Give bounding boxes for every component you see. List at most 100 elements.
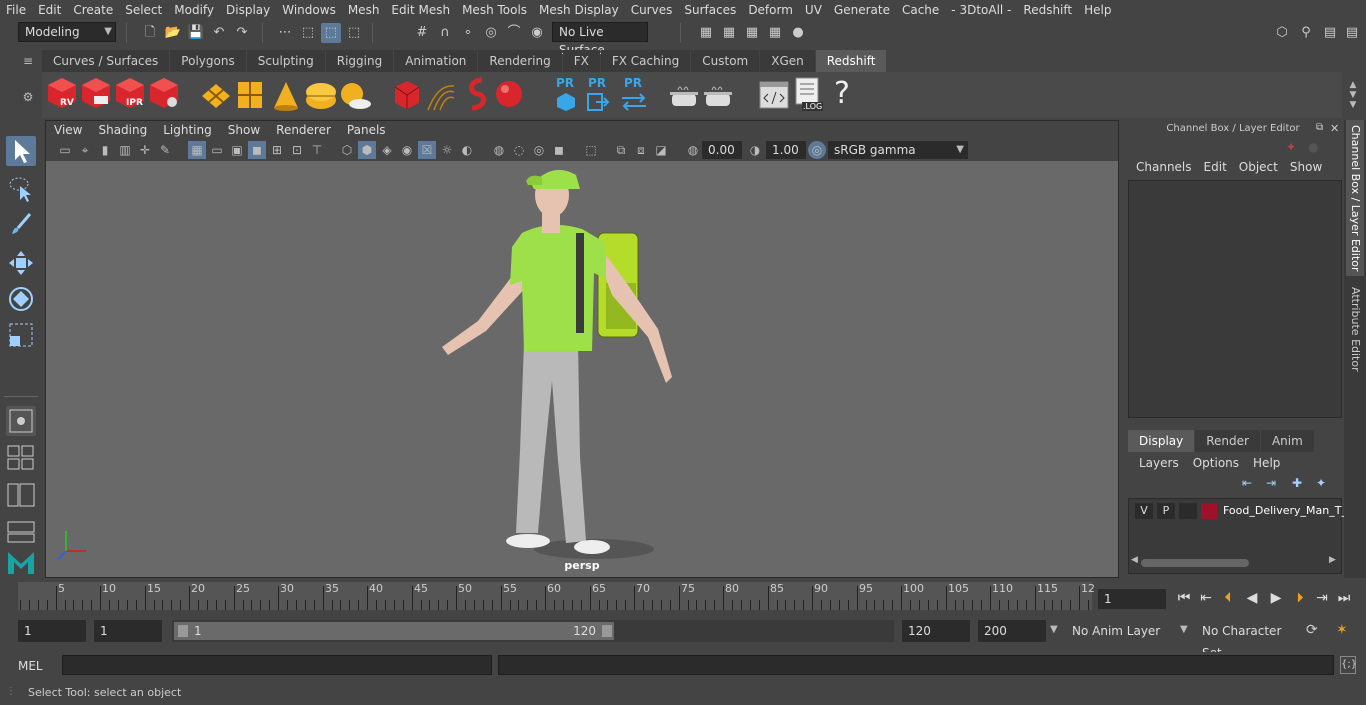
shelf-tab-redshift[interactable]: Redshift xyxy=(815,50,887,72)
modeling-toolkit-icon[interactable]: ⬡ xyxy=(1272,23,1292,43)
shelf-tab-rigging[interactable]: Rigging xyxy=(325,50,394,72)
menu-mesh-tools[interactable]: Mesh Tools xyxy=(456,0,533,20)
field-chart-icon[interactable]: ⊞ xyxy=(268,141,286,159)
menu-select[interactable]: Select xyxy=(119,0,168,20)
rs-render-settings-button[interactable] xyxy=(148,76,180,112)
rs-pr-import-button[interactable]: PR xyxy=(584,76,612,114)
rs-sun-sky-button[interactable] xyxy=(338,78,372,112)
layer-visibility-toggle[interactable]: V xyxy=(1135,503,1153,519)
layer-name[interactable]: Food_Delivery_Man_T_ xyxy=(1223,503,1347,519)
shelf-tab-sculpting[interactable]: Sculpting xyxy=(246,50,325,72)
resolution-gate-icon[interactable]: ▣ xyxy=(228,141,246,159)
graph-layout-button[interactable] xyxy=(6,516,36,546)
side-tab-channel-box[interactable]: Channel Box / Layer Editor xyxy=(1346,120,1364,276)
rs-log-button[interactable]: .LOG xyxy=(792,76,824,114)
move-layer-down-icon[interactable]: ⇥ xyxy=(1266,476,1276,490)
colorspace-dropdown[interactable]: sRGB gamma ▼ xyxy=(828,141,968,159)
lasso-tool-button[interactable] xyxy=(6,174,36,204)
attribute-editor-toggle-icon[interactable]: ▤ xyxy=(1320,23,1340,43)
shelf-tab-custom[interactable]: Custom xyxy=(691,50,760,72)
animation-end-field[interactable]: 200 xyxy=(978,620,1046,642)
layer-type-toggle[interactable] xyxy=(1179,503,1197,519)
single-pane-layout-button[interactable] xyxy=(6,406,36,436)
shelf-scroll-arrows-icon[interactable]: ▲ ▼ ▼ xyxy=(1346,80,1360,110)
paint-select-tool-button[interactable] xyxy=(6,210,36,240)
menu-mesh[interactable]: Mesh xyxy=(342,0,386,20)
viewport-menu-show[interactable]: Show xyxy=(220,121,268,139)
rs-object-id-button[interactable] xyxy=(462,76,494,112)
gizmo-icon[interactable]: ✦ xyxy=(1286,140,1296,154)
live-surface-field[interactable]: No Live Surface xyxy=(552,22,648,57)
rs-pr-swap-button[interactable]: PR xyxy=(618,76,650,114)
outliner-layout-button[interactable] xyxy=(6,480,36,510)
image-plane-icon[interactable]: ▥ xyxy=(116,141,134,159)
shelf-menu-icon[interactable]: ≡ xyxy=(20,54,36,70)
layer-tab-anim[interactable]: Anim xyxy=(1260,430,1314,452)
rs-script-editor-button[interactable] xyxy=(758,78,790,112)
menu-cache[interactable]: Cache xyxy=(896,0,945,20)
menu-surfaces[interactable]: Surfaces xyxy=(678,0,742,20)
character-controls-icon[interactable]: ⚲ xyxy=(1296,23,1316,43)
color-management-icon[interactable]: ◎ xyxy=(808,141,826,159)
layer-tab-render[interactable]: Render xyxy=(1195,430,1260,452)
play-forward-icon[interactable]: ▶ xyxy=(1266,588,1286,608)
new-layer-icon[interactable]: ✚ xyxy=(1292,476,1302,490)
exposure-field[interactable]: 0.00 xyxy=(702,141,742,159)
ipr-render-icon[interactable]: ▦ xyxy=(742,23,762,43)
new-scene-icon[interactable]: 🗋 xyxy=(140,23,160,43)
render-view-icon[interactable]: ▦ xyxy=(696,23,716,43)
viewport-menu-panels[interactable]: Panels xyxy=(339,121,394,139)
side-tab-attribute-editor[interactable]: Attribute Editor xyxy=(1346,286,1364,372)
rs-pr-export-button[interactable]: PR xyxy=(552,76,580,114)
gear-icon[interactable]: ⚙ xyxy=(20,90,36,106)
menu-edit-mesh[interactable]: Edit Mesh xyxy=(385,0,456,20)
3d-scene[interactable] xyxy=(46,161,1118,577)
animation-prefs-icon[interactable]: ✶ xyxy=(1336,622,1348,638)
menu-display[interactable]: Display xyxy=(220,0,276,20)
range-slider[interactable]: 1 120 xyxy=(172,620,894,642)
viewport-menu-renderer[interactable]: Renderer xyxy=(268,121,339,139)
shelf-tab-xgen[interactable]: XGen xyxy=(760,50,815,72)
menu-create[interactable]: Create xyxy=(67,0,119,20)
select-mode-icon[interactable]: ⬚ xyxy=(344,23,364,43)
circle-icon[interactable]: ● xyxy=(1308,140,1318,154)
layer-menu-options[interactable]: Options xyxy=(1186,456,1246,470)
step-forward-key-icon[interactable]: ⇥ xyxy=(1312,588,1332,608)
rs-dome-light-button[interactable] xyxy=(304,78,338,112)
channel-box-toggle-icon[interactable]: ▤ xyxy=(1342,23,1362,43)
undo-icon[interactable]: ↶ xyxy=(209,23,229,43)
hypershade-icon[interactable]: ● xyxy=(788,23,808,43)
frame-selected-icon[interactable]: ⧈ xyxy=(632,141,650,159)
horizontal-scrollbar[interactable] xyxy=(1141,559,1249,567)
redo-icon[interactable]: ↷ xyxy=(232,23,252,43)
isolate-select-icon[interactable]: ◍ xyxy=(490,141,508,159)
rs-volume-button[interactable] xyxy=(236,78,264,112)
chevron-down-icon[interactable]: ▼ xyxy=(1050,624,1058,635)
select-object-icon[interactable]: ⬚ xyxy=(298,23,318,43)
layer-menu-help[interactable]: Help xyxy=(1246,456,1287,470)
grease-pencil-icon[interactable]: ✎ xyxy=(156,141,174,159)
scale-tool-button[interactable] xyxy=(6,320,36,350)
range-end-grip[interactable] xyxy=(602,625,612,637)
exposure-icon[interactable]: ◍ xyxy=(684,141,702,159)
snap-point-icon[interactable]: ∘ xyxy=(458,23,478,43)
rs-mesh-light-button[interactable] xyxy=(392,78,422,112)
scroll-left-icon[interactable]: ◀ xyxy=(1131,555,1138,565)
step-back-key-icon[interactable]: ⇤ xyxy=(1196,588,1216,608)
open-scene-icon[interactable]: 📂 xyxy=(163,23,183,43)
time-slider[interactable]: 5 10 15 20 25 30 35 40 45 50 55 60 65 70 75 80 85 90 95 100… xyxy=(18,582,1095,610)
menu-redshift[interactable]: Redshift xyxy=(1017,0,1078,20)
gamma-field[interactable]: 1.00 xyxy=(766,141,806,159)
step-forward-frame-icon[interactable]: ⏵ xyxy=(1290,588,1310,608)
snap-grid-icon[interactable]: # xyxy=(412,23,432,43)
shelf-tab-rendering[interactable]: Rendering xyxy=(478,50,562,72)
textured-icon[interactable]: ◉ xyxy=(398,141,416,159)
go-to-end-icon[interactable]: ⏭ xyxy=(1334,588,1354,608)
menu-modify[interactable]: Modify xyxy=(168,0,220,20)
shadows-icon[interactable]: ☼ xyxy=(438,141,456,159)
select-hierarchy-icon[interactable]: ⋯ xyxy=(275,23,295,43)
move-layer-up-icon[interactable]: ⇤ xyxy=(1242,476,1252,490)
layer-color-swatch[interactable] xyxy=(1201,503,1217,519)
menu-file[interactable]: File xyxy=(0,0,32,20)
layer-row[interactable]: V P Food_Delivery_Man_T_ xyxy=(1129,503,1347,519)
